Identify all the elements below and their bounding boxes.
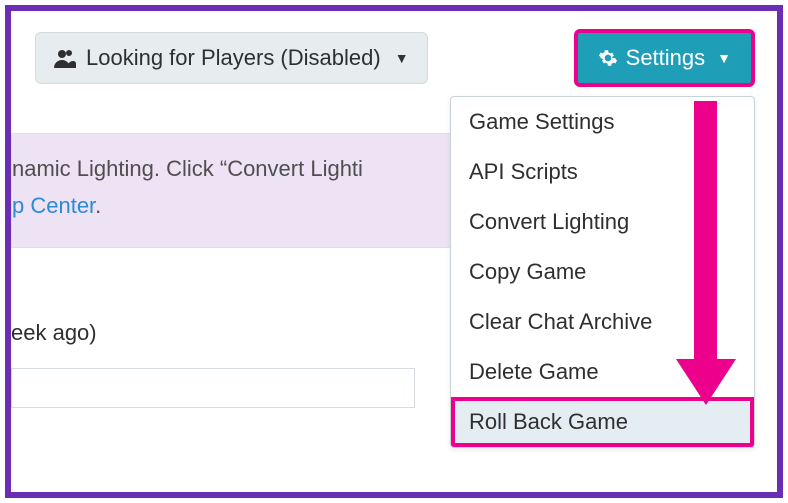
looking-for-players-label: Looking for Players (Disabled) xyxy=(86,45,381,71)
chevron-down-icon: ▼ xyxy=(395,50,409,66)
people-icon xyxy=(54,48,76,68)
help-center-link[interactable]: p Center xyxy=(12,193,95,218)
menu-item-roll-back-game[interactable]: Roll Back Game xyxy=(451,397,754,447)
settings-button[interactable]: Settings ▼ xyxy=(574,29,755,87)
menu-item-game-settings[interactable]: Game Settings xyxy=(451,97,754,147)
looking-for-players-button[interactable]: Looking for Players (Disabled) ▼ xyxy=(35,32,428,84)
chevron-down-icon: ▼ xyxy=(717,50,731,66)
menu-item-convert-lighting[interactable]: Convert Lighting xyxy=(451,197,754,247)
banner-period: . xyxy=(95,193,101,218)
menu-item-api-scripts[interactable]: API Scripts xyxy=(451,147,754,197)
gear-icon xyxy=(598,48,618,68)
menu-item-delete-game[interactable]: Delete Game xyxy=(451,347,754,397)
menu-item-copy-game[interactable]: Copy Game xyxy=(451,247,754,297)
settings-dropdown: Game Settings API Scripts Convert Lighti… xyxy=(450,96,755,448)
menu-item-clear-chat[interactable]: Clear Chat Archive xyxy=(451,297,754,347)
content-panel xyxy=(11,368,415,408)
settings-label: Settings xyxy=(626,45,706,71)
